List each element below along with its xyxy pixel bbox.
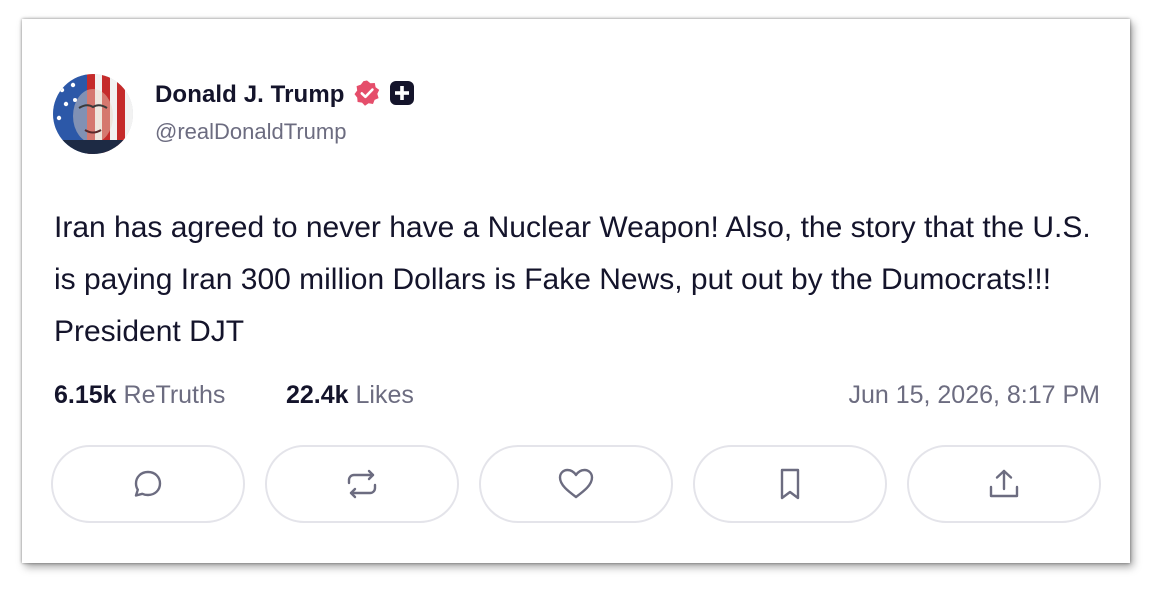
author-handle[interactable]: @realDonaldTrump — [155, 119, 346, 145]
bookmark-button[interactable] — [693, 445, 887, 523]
like-button[interactable] — [479, 445, 673, 523]
verified-badge-icon — [353, 79, 381, 112]
retruths-label: ReTruths — [123, 381, 226, 409]
retruths-stat[interactable]: 6.15k ReTruths — [54, 375, 225, 415]
post-text: Iran has agreed to never have a Nuclear … — [54, 211, 1091, 348]
share-button[interactable] — [907, 445, 1101, 523]
heart-icon — [556, 466, 596, 502]
plus-badge-icon — [389, 80, 415, 111]
comment-icon — [131, 467, 165, 501]
bookmark-icon — [775, 466, 805, 502]
display-name[interactable]: Donald J. Trump — [155, 81, 345, 109]
retruth-icon — [343, 467, 381, 501]
likes-stat[interactable]: 22.4k Likes — [286, 375, 414, 415]
likes-label: Likes — [355, 381, 414, 409]
post-timestamp: Jun 15, 2026, 8:17 PM — [848, 381, 1100, 409]
stats-row: 6.15k ReTruths 22.4k Likes Jun 15, 2026,… — [54, 375, 1100, 415]
reply-button[interactable] — [51, 445, 245, 523]
avatar[interactable] — [53, 74, 133, 154]
post-card: Donald J. Trump @realDonaldTrump Iran ha… — [22, 19, 1130, 563]
author-name-row: Donald J. Trump — [155, 79, 415, 111]
share-icon — [986, 466, 1022, 502]
action-bar — [51, 445, 1101, 523]
avatar-image — [53, 74, 133, 154]
retruth-button[interactable] — [265, 445, 459, 523]
likes-count: 22.4k — [286, 381, 349, 409]
retruths-count: 6.15k — [54, 381, 117, 409]
